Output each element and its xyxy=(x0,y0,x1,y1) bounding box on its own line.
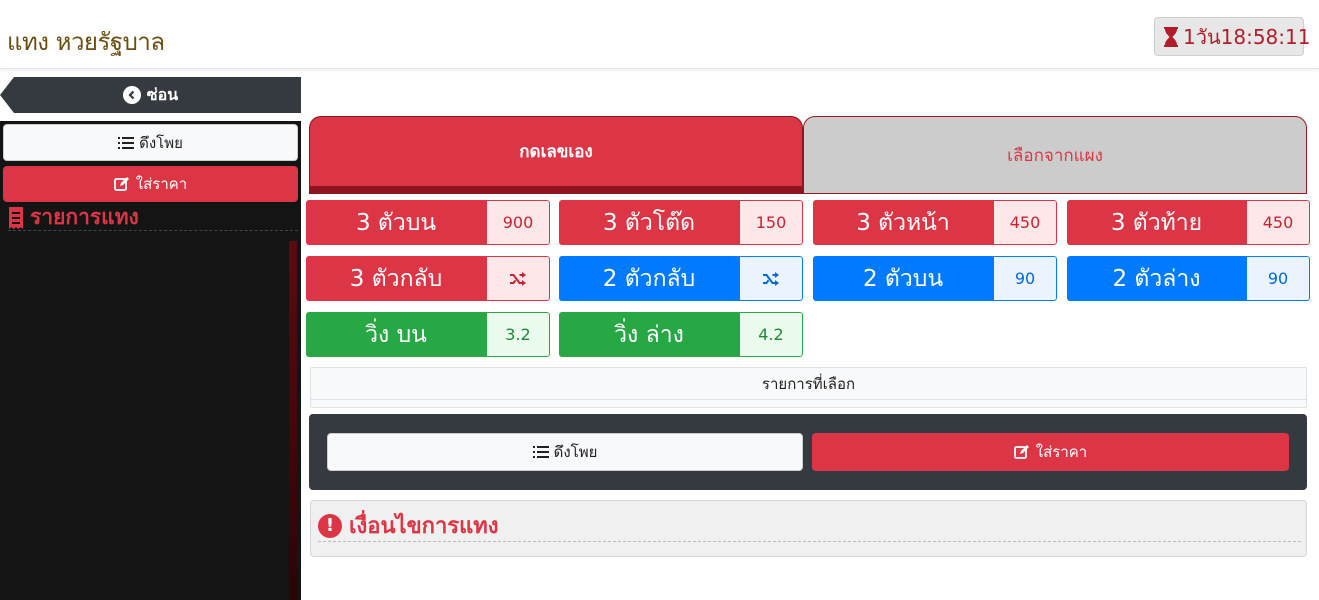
bet-label: 2 ตัวกลับ xyxy=(559,256,739,301)
bet-list-area xyxy=(0,241,301,600)
bet-rate: 90 xyxy=(1246,256,1310,301)
pull-slip-button[interactable]: ดึงโพย xyxy=(327,433,803,471)
sidebar: ซ่อน ดึงโพย ใส่ราคา รายการแทง xyxy=(0,77,301,600)
bet-label: 2 ตัวบน xyxy=(813,256,993,301)
bet-label: วิ่ง บน xyxy=(306,312,486,357)
bet-3-tod[interactable]: 3 ตัวโต๊ด 150 xyxy=(559,200,803,245)
bet-list-title-text: รายการแทง xyxy=(30,205,139,229)
bet-2-bottom[interactable]: 2 ตัวล่าง 90 xyxy=(1067,256,1310,301)
bet-3-back[interactable]: 3 ตัวท้าย 450 xyxy=(1067,200,1310,245)
edit-icon xyxy=(113,176,130,192)
bet-rate: 450 xyxy=(1246,200,1310,245)
top-header: แทง หวยรัฐบาล 1วัน18:58:11 xyxy=(0,6,1319,69)
bet-label: 3 ตัวท้าย xyxy=(1067,200,1246,245)
list-icon xyxy=(532,445,549,459)
shuffle-icon xyxy=(486,256,550,301)
list-icon xyxy=(118,136,135,150)
bet-rate: 900 xyxy=(486,200,550,245)
bet-2-reverse[interactable]: 2 ตัวกลับ xyxy=(559,256,803,301)
bet-list-title: รายการแทง xyxy=(8,205,298,231)
chevron-left-icon xyxy=(122,86,141,104)
sidebar-price-label: ใส่ราคา xyxy=(135,175,188,193)
bet-3-reverse[interactable]: 3 ตัวกลับ xyxy=(306,256,550,301)
hide-sidebar-label: ซ่อน xyxy=(146,84,179,104)
bet-2-top[interactable]: 2 ตัวบน 90 xyxy=(813,256,1057,301)
bet-rate: 4.2 xyxy=(739,312,803,357)
bet-run-bottom[interactable]: วิ่ง ล่าง 4.2 xyxy=(559,312,803,357)
bet-label: 3 ตัวโต๊ด xyxy=(559,200,739,245)
set-price-button[interactable]: ใส่ราคา xyxy=(812,433,1289,471)
countdown-badge: 1วัน18:58:11 xyxy=(1154,17,1310,56)
bet-label: 3 ตัวกลับ xyxy=(306,256,486,301)
pull-slip-label: ดึงโพย xyxy=(553,443,598,461)
conditions-title[interactable]: ! เงื่อนไขการแทง xyxy=(318,510,1301,542)
receipt-icon xyxy=(8,206,24,229)
shuffle-icon xyxy=(739,256,803,301)
bet-3-top[interactable]: 3 ตัวบน 900 xyxy=(306,200,550,245)
countdown-text: 1วัน18:58:11 xyxy=(1183,24,1311,49)
exclamation-circle-icon: ! xyxy=(318,513,342,538)
action-bar: ดึงโพย ใส่ราคา xyxy=(309,414,1307,490)
bet-rate: 450 xyxy=(993,200,1057,245)
bet-3-front[interactable]: 3 ตัวหน้า 450 xyxy=(813,200,1057,245)
selected-items-box: รายการที่เลือก xyxy=(310,367,1307,408)
page-title: แทง หวยรัฐบาล xyxy=(7,28,165,56)
tab-manual-entry[interactable]: กดเลขเอง xyxy=(309,116,803,194)
conditions-title-text: เงื่อนไขการแทง xyxy=(349,514,499,539)
bet-rate: 3.2 xyxy=(486,312,550,357)
sidebar-scrollbar[interactable] xyxy=(289,241,297,600)
bet-run-top[interactable]: วิ่ง บน 3.2 xyxy=(306,312,550,357)
conditions-box: ! เงื่อนไขการแทง xyxy=(310,500,1307,557)
set-price-label: ใส่ราคา xyxy=(1035,443,1088,461)
hourglass-icon xyxy=(1163,26,1179,48)
sidebar-price-button[interactable]: ใส่ราคา xyxy=(3,166,298,202)
bet-label: 3 ตัวหน้า xyxy=(813,200,993,245)
tab-select-from-panel[interactable]: เลือกจากแผง xyxy=(803,116,1307,194)
bet-rate: 90 xyxy=(993,256,1057,301)
edit-icon xyxy=(1013,444,1030,460)
bet-label: 2 ตัวล่าง xyxy=(1067,256,1246,301)
sidebar-pull-button[interactable]: ดึงโพย xyxy=(3,124,298,161)
sidebar-pull-label: ดึงโพย xyxy=(139,133,183,152)
bet-label: 3 ตัวบน xyxy=(306,200,486,245)
selected-items-title: รายการที่เลือก xyxy=(311,368,1306,400)
bet-label: วิ่ง ล่าง xyxy=(559,312,739,357)
bet-list-panel: ดึงโพย ใส่ราคา รายการแทง xyxy=(0,121,301,600)
bet-rate: 150 xyxy=(739,200,803,245)
hide-sidebar-button[interactable]: ซ่อน xyxy=(0,77,301,113)
